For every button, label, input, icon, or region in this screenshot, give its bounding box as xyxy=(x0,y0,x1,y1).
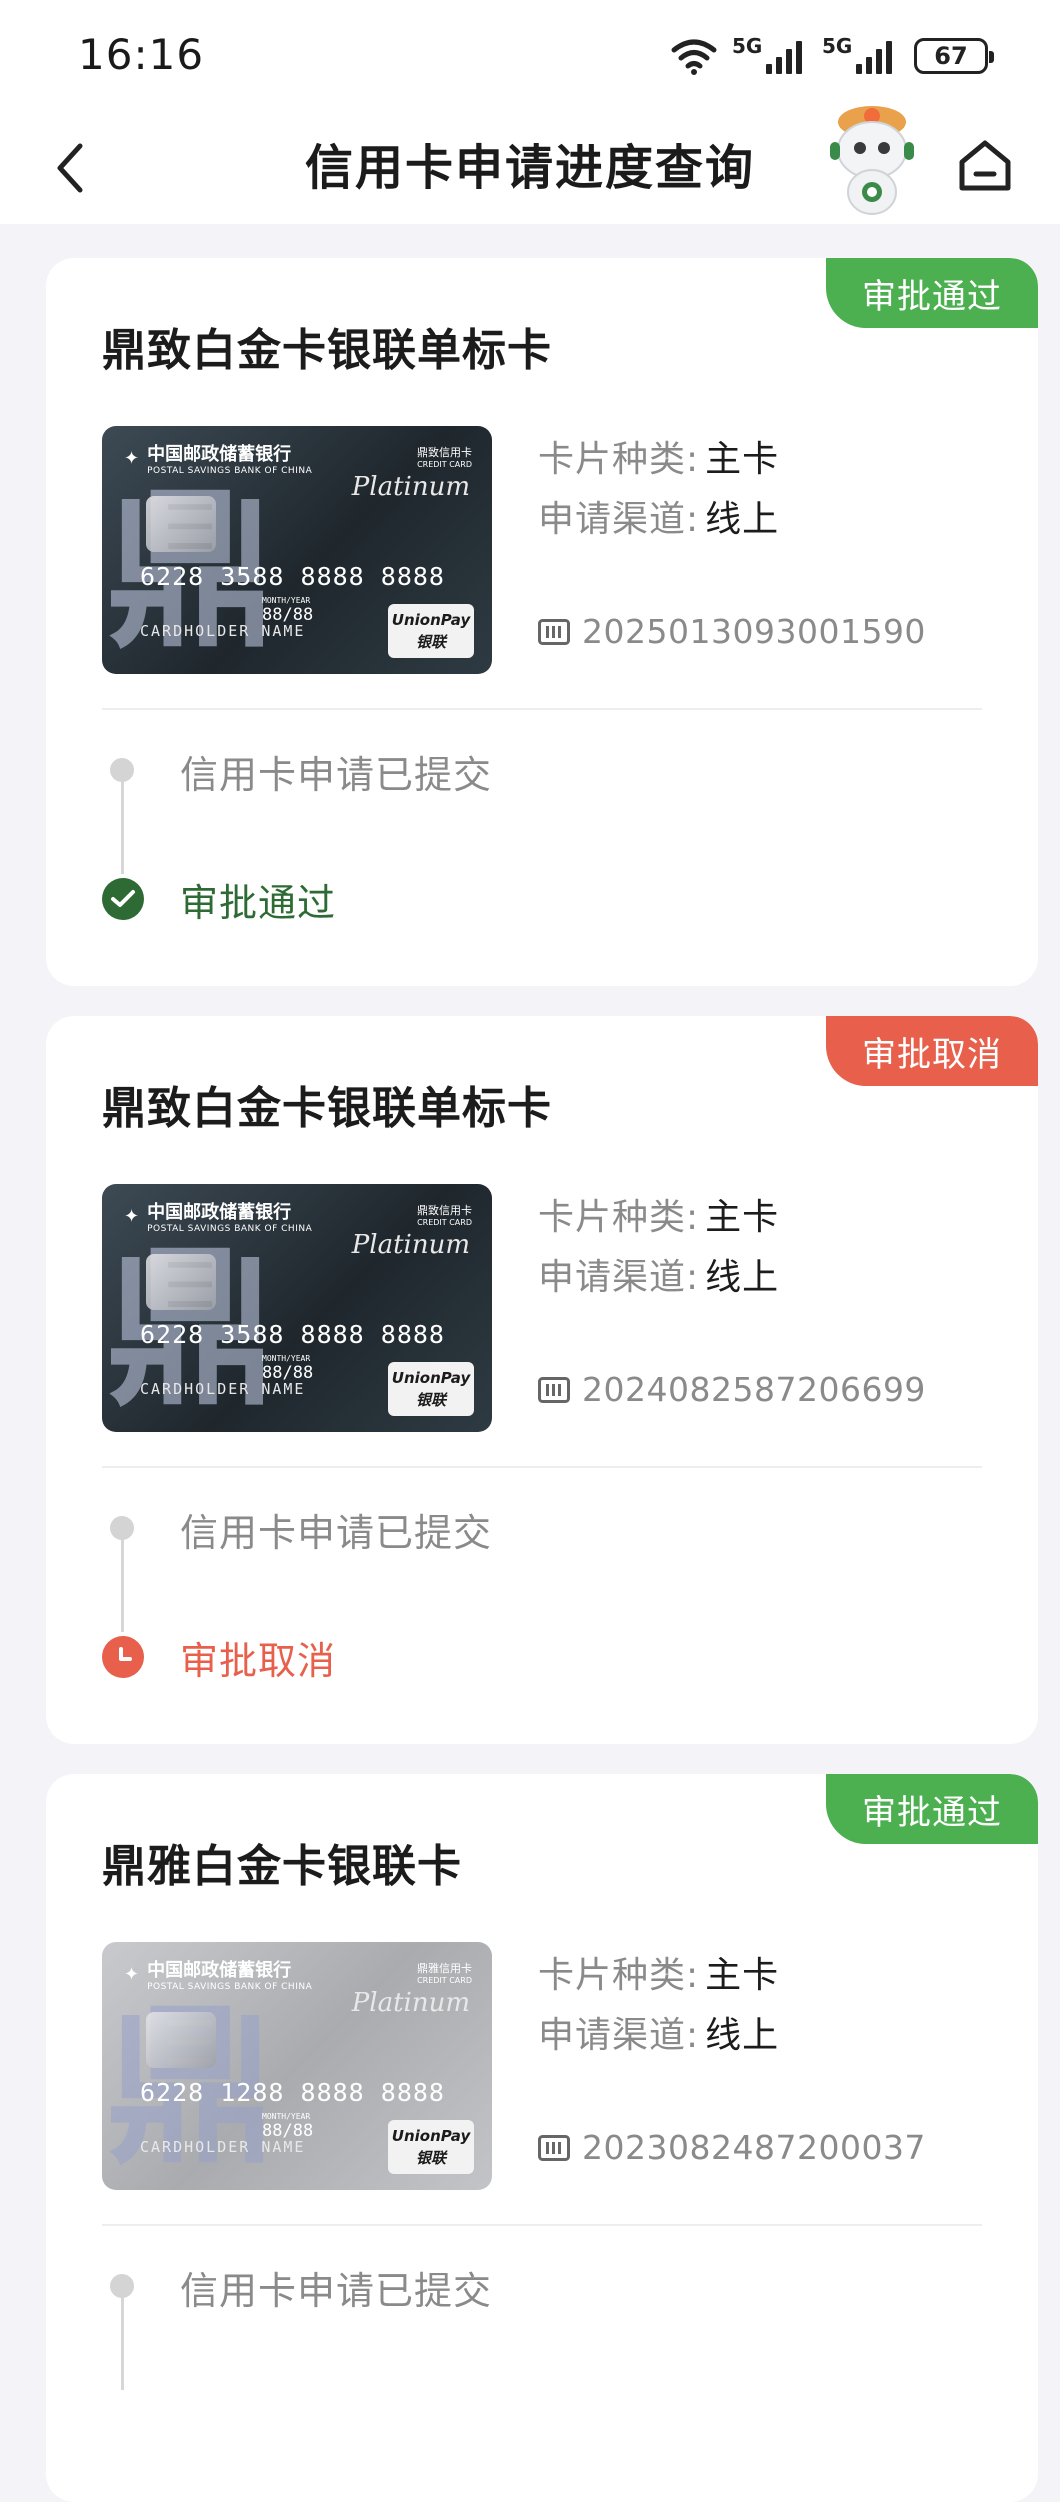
card-type-row: 卡片种类: 主卡 xyxy=(538,1955,780,1996)
card-valid: MONTH/YEAR 88/88 xyxy=(262,596,314,625)
step-submitted: 信用卡申请已提交 xyxy=(180,2269,493,2313)
unionpay-logo: UnionPay 银联 xyxy=(388,1362,474,1416)
card-product-title: 鼎雅白金卡银联卡 xyxy=(102,1841,462,1892)
clock-icon xyxy=(102,1636,144,1678)
application-number: 2025013093001590 xyxy=(538,612,926,651)
card-valid: MONTH/YEAR 88/88 xyxy=(262,2112,314,2141)
card-product-title: 鼎致白金卡银联单标卡 xyxy=(102,1083,552,1134)
status-badge: 审批通过 xyxy=(826,1774,1038,1844)
timeline-dot-icon xyxy=(110,758,134,782)
application-card[interactable]: 审批通过 鼎雅白金卡银联卡 鼎 ✦ 中国邮政储蓄银行 POSTAL SAVINGS… xyxy=(46,1774,1038,2502)
mascot-assistant[interactable] xyxy=(822,98,922,220)
chip-icon xyxy=(146,2012,216,2068)
signal-1-icon: 5G xyxy=(732,34,802,74)
card-tier: Platinum xyxy=(351,1230,470,1260)
mascot-icon xyxy=(830,106,914,215)
home-button[interactable] xyxy=(950,128,1020,204)
bank-logo-icon: ✦ xyxy=(124,1205,140,1227)
credit-card-image: 鼎 ✦ 中国邮政储蓄银行 POSTAL SAVINGS BANK OF CHINA… xyxy=(102,426,492,674)
status-badge: 审批通过 xyxy=(826,258,1038,328)
credit-card-image: 鼎 ✦ 中国邮政储蓄银行 POSTAL SAVINGS BANK OF CHINA… xyxy=(102,1942,492,2190)
divider xyxy=(102,708,982,710)
card-type-label: 鼎致信用卡 CREDIT CARD xyxy=(417,446,472,469)
divider xyxy=(102,1466,982,1468)
card-type-label: 鼎雅信用卡 CREDIT CARD xyxy=(417,1962,472,1985)
card-number: 6228 1288 8888 8888 xyxy=(140,2078,445,2107)
credit-card-image: 鼎 ✦ 中国邮政储蓄银行 POSTAL SAVINGS BANK OF CHINA… xyxy=(102,1184,492,1432)
check-icon xyxy=(102,878,144,920)
bank-logo-icon: ✦ xyxy=(124,1963,140,1985)
timeline-line xyxy=(121,774,124,874)
battery-level: 67 xyxy=(934,42,968,70)
chip-icon xyxy=(146,1254,216,1310)
nav-bar: 信用卡申请进度查询 xyxy=(0,106,1060,224)
battery-icon: 67 xyxy=(914,38,994,74)
card-holder: CARDHOLDER NAME xyxy=(140,622,306,640)
card-number: 6228 3588 8888 8888 xyxy=(140,562,445,591)
card-holder: CARDHOLDER NAME xyxy=(140,1380,306,1398)
signal-2-icon: 5G xyxy=(822,34,892,74)
wifi-icon xyxy=(671,39,717,75)
status-badge: 审批取消 xyxy=(826,1016,1038,1086)
timeline-line xyxy=(121,2290,124,2390)
channel-row: 申请渠道: 线上 xyxy=(538,2015,780,2056)
barcode-icon xyxy=(538,618,570,645)
card-type-row: 卡片种类: 主卡 xyxy=(538,1197,780,1238)
card-tier: Platinum xyxy=(351,1988,470,2018)
divider xyxy=(102,2224,982,2226)
bank-logo-icon: ✦ xyxy=(124,447,140,469)
network-label-2: 5G xyxy=(822,34,853,58)
card-bank-name: ✦ 中国邮政储蓄银行 POSTAL SAVINGS BANK OF CHINA xyxy=(124,1202,313,1234)
chip-icon xyxy=(146,496,216,552)
step-submitted: 信用卡申请已提交 xyxy=(180,1511,493,1555)
card-tier: Platinum xyxy=(351,472,470,502)
unionpay-logo: UnionPay 银联 xyxy=(388,2120,474,2174)
card-product-title: 鼎致白金卡银联单标卡 xyxy=(102,325,552,376)
network-label-1: 5G xyxy=(732,34,763,58)
step-submitted: 信用卡申请已提交 xyxy=(180,753,493,797)
status-icons: 5G 5G 67 xyxy=(670,34,994,78)
channel-row: 申请渠道: 线上 xyxy=(538,499,780,540)
step-result: 审批通过 xyxy=(180,881,337,925)
card-holder: CARDHOLDER NAME xyxy=(140,2138,306,2156)
card-type-row: 卡片种类: 主卡 xyxy=(538,439,780,480)
unionpay-logo: UnionPay 银联 xyxy=(388,604,474,658)
card-type-label: 鼎致信用卡 CREDIT CARD xyxy=(417,1204,472,1227)
application-number: 2024082587206699 xyxy=(538,1370,926,1409)
application-number: 2023082487200037 xyxy=(538,2128,926,2167)
timeline-dot-icon xyxy=(110,2274,134,2298)
timeline-dot-icon xyxy=(110,1516,134,1540)
card-number: 6228 3588 8888 8888 xyxy=(140,1320,445,1349)
barcode-icon xyxy=(538,1376,570,1403)
barcode-icon xyxy=(538,2134,570,2161)
application-card[interactable]: 审批通过 鼎致白金卡银联单标卡 鼎 ✦ 中国邮政储蓄银行 POSTAL SAVIN… xyxy=(46,258,1038,986)
step-result: 审批取消 xyxy=(180,1639,337,1683)
home-icon xyxy=(959,140,1011,191)
timeline-line xyxy=(121,1532,124,1632)
channel-row: 申请渠道: 线上 xyxy=(538,1257,780,1298)
status-bar: 16:16 5G 5G 67 xyxy=(0,0,1060,110)
status-time: 16:16 xyxy=(78,30,205,79)
card-valid: MONTH/YEAR 88/88 xyxy=(262,1354,314,1383)
card-bank-name: ✦ 中国邮政储蓄银行 POSTAL SAVINGS BANK OF CHINA xyxy=(124,444,313,476)
card-bank-name: ✦ 中国邮政储蓄银行 POSTAL SAVINGS BANK OF CHINA xyxy=(124,1960,313,1992)
application-card[interactable]: 审批取消 鼎致白金卡银联单标卡 鼎 ✦ 中国邮政储蓄银行 POSTAL SAVIN… xyxy=(46,1016,1038,1744)
